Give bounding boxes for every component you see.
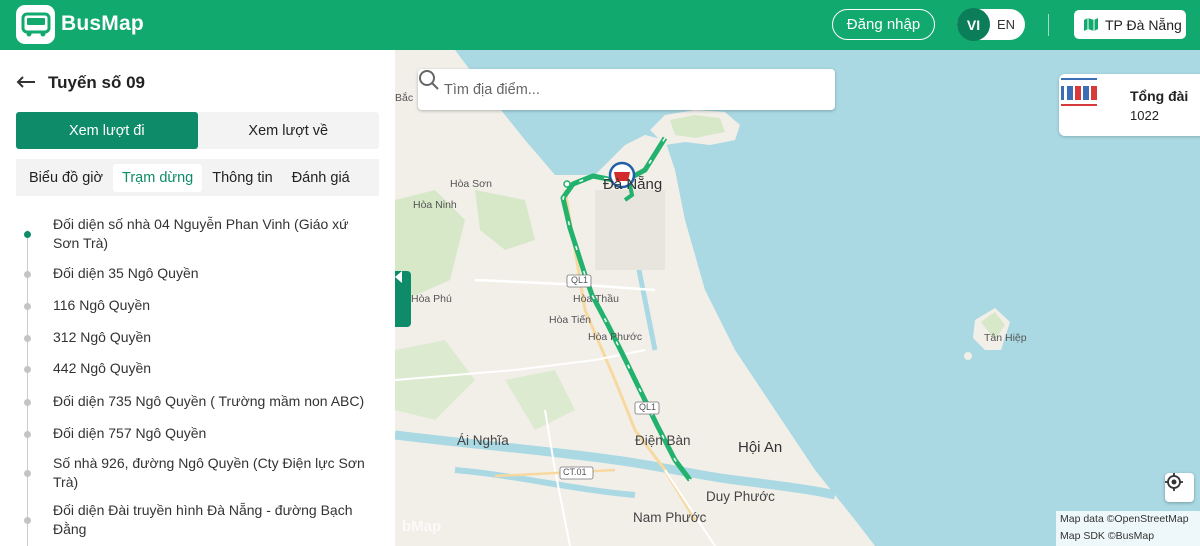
stop-dot — [24, 366, 31, 373]
map-watermark: bMap — [402, 518, 442, 535]
crosshair-icon — [1165, 473, 1183, 491]
map-label-hoa-son: Hòa Sơn — [450, 178, 492, 190]
map-label-hoa-phuoc: Hòa Phước — [588, 331, 643, 343]
stop-name: Đối diện Đài truyền hình Đà Nẵng - đường… — [53, 502, 353, 537]
attribution-sdk[interactable]: Map SDK ©BusMap — [1060, 528, 1200, 545]
city-label: TP Đà Nẵng — [1105, 16, 1182, 33]
map-label-hoi-an: Hội An — [738, 439, 783, 456]
stop-dot — [24, 271, 31, 278]
tab-stops[interactable]: Trạm dừng — [113, 163, 203, 192]
hotline-card[interactable]: Tổng đài 1022 — [1059, 74, 1200, 136]
search-input[interactable] — [444, 81, 774, 98]
hotline-number: 1022 — [1130, 108, 1159, 123]
stop-dot — [24, 470, 31, 477]
city-select-button[interactable]: TP Đà Nẵng — [1074, 10, 1186, 39]
hotline-logo-icon — [1061, 78, 1097, 106]
direction-tabs: Xem lượt đi Xem lượt về — [16, 112, 379, 149]
map-label-dien-ban: Điện Bàn — [635, 433, 691, 448]
route-title: Tuyến số 09 — [48, 73, 145, 92]
list-item[interactable]: 116 Ngô Quyền — [0, 296, 180, 315]
chevron-left-icon — [395, 271, 402, 283]
map-label-hoa-ninh: Hòa Ninh — [413, 199, 457, 211]
attribution-osm[interactable]: Map data ©OpenStreetMap — [1060, 511, 1200, 528]
tab-schedule[interactable]: Biểu đồ giờ — [20, 164, 112, 192]
back-arrow-icon[interactable] — [16, 75, 36, 93]
stop-dot — [24, 303, 31, 310]
tab-info[interactable]: Thông tin — [203, 164, 281, 192]
route-sidebar: Tuyến số 09 Xem lượt đi Xem lượt về Biểu… — [0, 50, 395, 546]
list-item[interactable]: 442 Ngô Quyền — [0, 359, 181, 378]
map-label-hoa-tien: Hòa Tiến — [549, 314, 592, 326]
map-label-ql1b: QL1 — [639, 402, 657, 412]
bus-logo-icon[interactable] — [16, 5, 55, 44]
list-item[interactable]: Đối diện Đài truyền hình Đà Nẵng - đường… — [0, 501, 395, 539]
list-item[interactable]: Đối diện 757 Ngô Quyền — [0, 424, 236, 443]
list-item[interactable]: 312 Ngô Quyền — [0, 328, 181, 347]
map-label-ct01: CT.01 — [563, 467, 587, 477]
route-map[interactable]: Bắc Hòa Sơn Hòa Ninh Đà Nẵng Hòa Phú Hòa… — [395, 50, 1200, 546]
list-item[interactable]: Đối diện 35 Ngô Quyền — [0, 264, 229, 283]
map-label-duy-phuoc: Duy Phước — [706, 489, 775, 504]
map-label-hoa-thau: Hòa Thầu — [573, 293, 619, 305]
stop-dot — [24, 517, 31, 524]
map-label-tan-hiep: Tân Hiệp — [984, 332, 1027, 344]
stop-name: Số nhà 926, đường Ngô Quyền (Cty Điện lự… — [53, 455, 365, 490]
language-switch[interactable]: VI EN — [957, 8, 1025, 41]
place-search-box[interactable] — [418, 69, 835, 110]
map-label-hoa-phu: Hòa Phú — [411, 293, 452, 305]
tab-return[interactable]: Xem lượt về — [198, 112, 380, 149]
info-tabs: Biểu đồ giờ Trạm dừng Thông tin Đánh giá — [16, 159, 379, 196]
map-label-ql1: QL1 — [571, 275, 589, 285]
map-label-nam-phuoc: Nam Phước — [633, 510, 707, 525]
stop-dot — [24, 335, 31, 342]
collapse-sidebar-button[interactable] — [395, 271, 411, 327]
map-icon — [1083, 17, 1099, 32]
stop-name: 312 Ngô Quyền — [53, 329, 152, 345]
tab-reviews[interactable]: Đánh giá — [283, 164, 359, 192]
lang-en-option[interactable]: EN — [997, 17, 1015, 32]
stop-dot — [24, 399, 31, 406]
list-item[interactable]: Đối diện 735 Ngô Quyền ( Trường mầm non … — [0, 392, 394, 411]
top-header: BusMap Đăng nhập VI EN TP Đà Nẵng — [0, 0, 1200, 50]
list-item[interactable]: Đối diện số nhà 04 Nguyễn Phan Vinh (Giá… — [0, 215, 395, 253]
map-label-da-nang: Đà Nẵng — [603, 176, 663, 193]
login-button[interactable]: Đăng nhập — [832, 9, 935, 40]
stop-name: Đối diện 35 Ngô Quyền — [53, 265, 199, 281]
stop-name: Đối diện 757 Ngô Quyền — [53, 425, 207, 441]
map-attribution: Map data ©OpenStreetMap Map SDK ©BusMap — [1056, 511, 1200, 546]
my-location-button[interactable] — [1165, 473, 1194, 502]
hotline-title: Tổng đài — [1130, 88, 1189, 104]
brand-name[interactable]: BusMap — [61, 12, 144, 36]
tab-outbound[interactable]: Xem lượt đi — [16, 112, 198, 149]
stop-name: 442 Ngô Quyền — [53, 360, 152, 376]
map-label-bac: Bắc — [395, 92, 414, 104]
header-divider — [1048, 14, 1049, 36]
stop-name: Đối diện 735 Ngô Quyền ( Trường mầm non … — [53, 393, 365, 409]
list-item[interactable]: Số nhà 926, đường Ngô Quyền (Cty Điện lự… — [0, 454, 395, 492]
stop-name: 116 Ngô Quyền — [53, 297, 151, 313]
lang-vi-option[interactable]: VI — [957, 8, 990, 41]
stop-dot — [24, 231, 31, 238]
stop-dot — [24, 431, 31, 438]
stop-name: Đối diện số nhà 04 Nguyễn Phan Vinh (Giá… — [53, 216, 349, 251]
map-label-ai-nghia: Ái Nghĩa — [457, 433, 509, 448]
